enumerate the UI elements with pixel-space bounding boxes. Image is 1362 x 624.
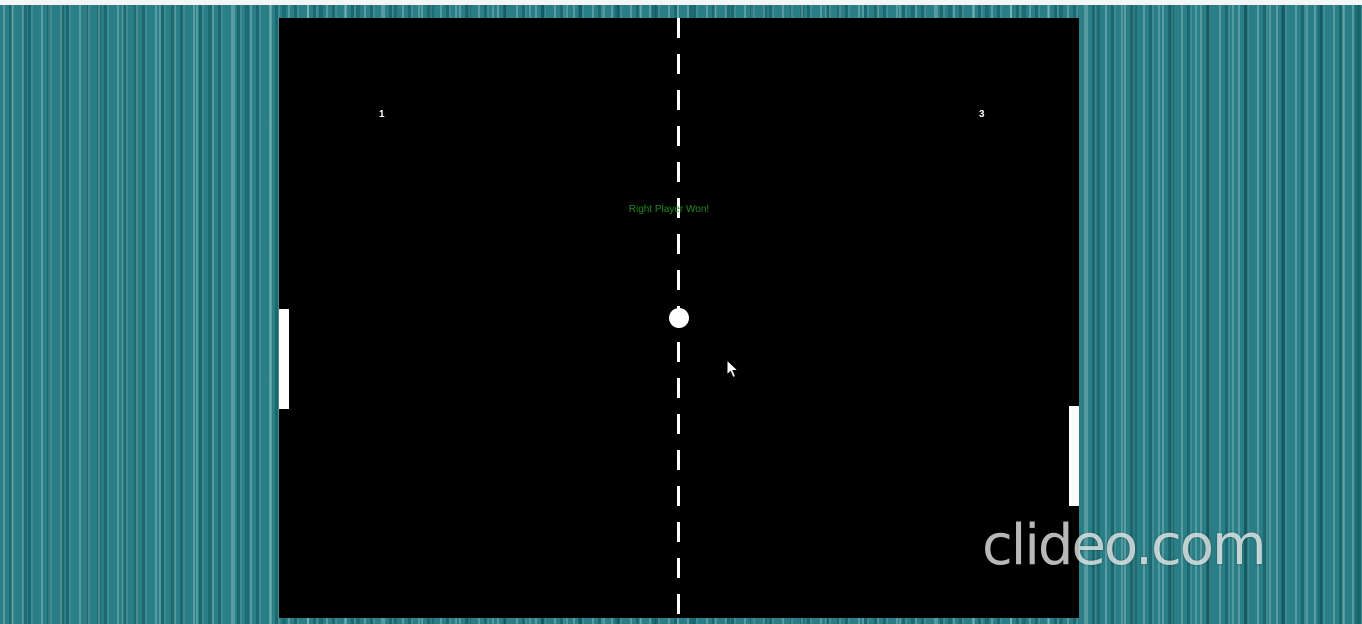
right-player-score: 3 — [979, 109, 985, 120]
right-paddle — [1069, 406, 1079, 506]
left-player-score: 1 — [379, 109, 385, 120]
ball — [669, 308, 689, 328]
page-background: { "game": { "score_left": "1", "score_ri… — [0, 0, 1362, 624]
watermark: clideo.com — [982, 513, 1267, 578]
left-paddle — [279, 309, 289, 409]
top-strip — [0, 0, 1362, 5]
mouse-pointer-icon — [726, 359, 740, 379]
game-canvas[interactable]: 1 3 Right Player Won! — [279, 18, 1079, 618]
win-message: Right Player Won! — [628, 204, 710, 215]
